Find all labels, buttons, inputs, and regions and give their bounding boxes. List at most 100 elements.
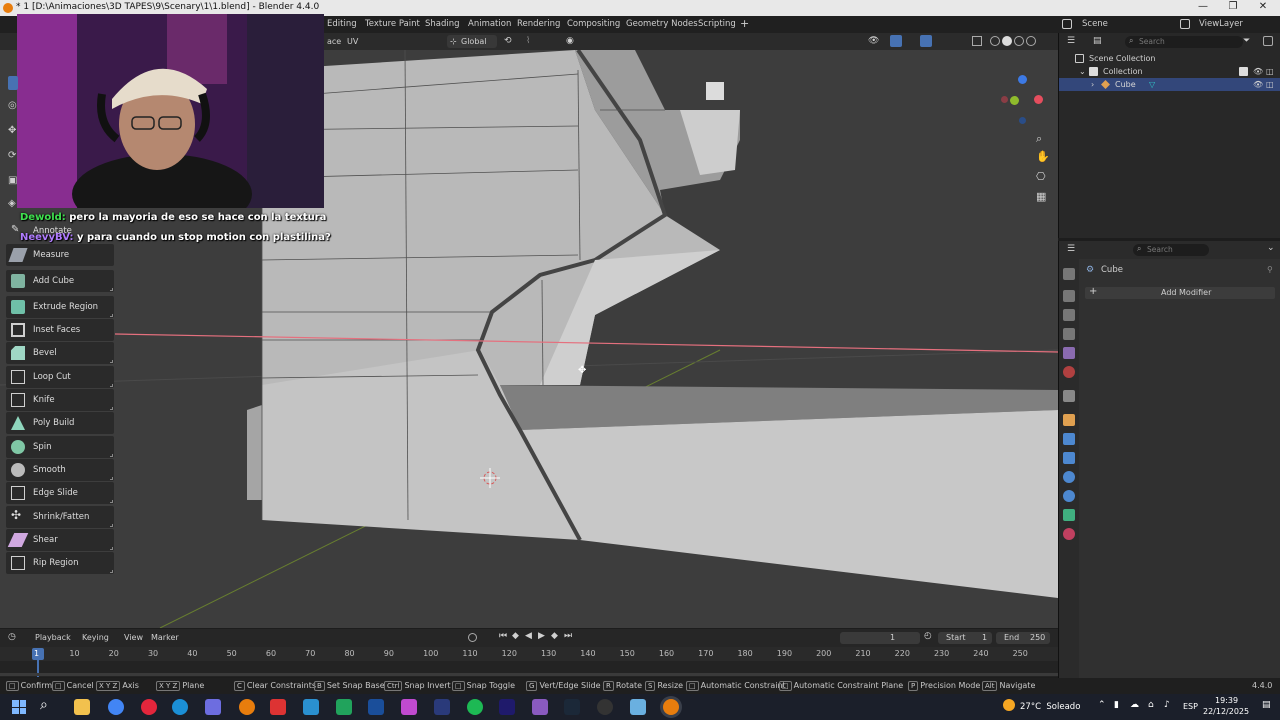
jump-start-icon[interactable]: ⏮ xyxy=(499,631,507,641)
current-frame-field[interactable]: 1 xyxy=(840,632,920,644)
tab-scripting[interactable]: Scripting xyxy=(698,19,736,29)
marker-menu[interactable]: Marker xyxy=(151,633,179,642)
tab-world[interactable] xyxy=(1063,366,1075,378)
timeline-ruler[interactable]: 1 10 20 30 40 50 60 70 80 90 100 110 120 130 140 150 160… xyxy=(0,647,1058,677)
proportional-edit-icon[interactable]: ◉ xyxy=(566,36,574,46)
add-modifier-button[interactable]: + Add Modifier xyxy=(1085,286,1275,299)
playback-menu[interactable]: Playback xyxy=(35,633,71,642)
overlay-toggle-icon[interactable] xyxy=(920,35,932,47)
tab-compositing[interactable]: Compositing xyxy=(567,19,620,29)
outliner-search-input[interactable]: Search xyxy=(1125,36,1243,48)
add-workspace-button[interactable]: + xyxy=(740,17,749,30)
tool-rotate-icon[interactable]: ⟳ xyxy=(8,150,16,161)
tool-select-icon[interactable] xyxy=(8,76,18,90)
tool-poly-build[interactable]: Poly Build xyxy=(6,412,114,434)
weather-label[interactable]: 27°C Soleado xyxy=(1020,702,1080,712)
perspective-grid-icon[interactable]: ▦ xyxy=(1036,190,1046,203)
shading-wireframe-icon[interactable] xyxy=(990,36,1000,46)
tab-material[interactable] xyxy=(1063,528,1075,540)
outliner-row-cube[interactable]: › Cube ▽ 👁 ◫ xyxy=(1059,78,1280,91)
tab-shading[interactable]: Shading xyxy=(425,19,460,29)
camera-icon[interactable]: ◫ xyxy=(1266,78,1274,91)
tool-smooth[interactable]: Smooth xyxy=(6,459,114,481)
viewlayer-selector[interactable]: ViewLayer xyxy=(1199,19,1243,29)
tool-extrude-region[interactable]: Extrude Region xyxy=(6,296,114,318)
close-button[interactable]: ✕ xyxy=(1248,1,1278,15)
notification-icon[interactable]: ▤ xyxy=(1262,700,1271,710)
network-icon[interactable]: ⌂ xyxy=(1148,700,1154,710)
checkbox-icon[interactable] xyxy=(1239,67,1248,76)
timeline-scrollbar[interactable] xyxy=(0,673,1058,676)
tab-output[interactable] xyxy=(1063,309,1075,321)
filter-icon[interactable]: ⏷ xyxy=(1243,36,1250,46)
start-frame-field[interactable]: Start 1 xyxy=(938,632,992,644)
tab-view-layer[interactable] xyxy=(1063,328,1075,340)
jump-end-icon[interactable]: ⏭ xyxy=(564,631,572,641)
pycharm-icon[interactable] xyxy=(336,699,352,715)
tab-object[interactable] xyxy=(1063,414,1075,426)
end-frame-field[interactable]: End 250 xyxy=(996,632,1050,644)
tool-transform-icon[interactable]: ◈ xyxy=(8,198,16,209)
jump-keyframe-forward-icon[interactable]: ◆ xyxy=(551,631,558,641)
properties-editor-type-icon[interactable]: ☰ xyxy=(1067,244,1075,254)
view-menu[interactable]: View xyxy=(124,633,143,642)
visual-studio-icon[interactable] xyxy=(368,699,384,715)
eye-icon[interactable]: 👁 xyxy=(1253,65,1263,78)
timeline-editor-type-icon[interactable]: ◷ xyxy=(8,632,16,642)
outliner-row-collection[interactable]: ⌄ Collection 👁 ◫ xyxy=(1059,65,1280,78)
tab-particles[interactable] xyxy=(1063,452,1075,464)
tab-rendering[interactable]: Rendering xyxy=(517,19,560,29)
tab-geometry-nodes[interactable]: Geometry Nodes xyxy=(626,19,698,29)
windows-start-icon[interactable] xyxy=(12,700,26,714)
play-icon[interactable]: ▶ xyxy=(538,631,545,641)
snap-icon[interactable]: ⌇ xyxy=(526,36,530,46)
tab-collection[interactable] xyxy=(1063,390,1075,402)
navigation-gizmo[interactable] xyxy=(998,75,1050,127)
tool-rip-region[interactable]: Rip Region xyxy=(6,552,114,574)
app-icon[interactable] xyxy=(401,699,417,715)
shading-material-icon[interactable] xyxy=(1014,36,1024,46)
face-menu[interactable]: ace xyxy=(327,37,341,46)
tool-cursor-icon[interactable]: ◎ xyxy=(8,100,17,111)
video-editor-icon[interactable] xyxy=(270,699,286,715)
steam-icon[interactable] xyxy=(564,699,580,715)
chrome-icon[interactable] xyxy=(108,699,124,715)
shading-solid-icon[interactable] xyxy=(1002,36,1012,46)
record-icon[interactable] xyxy=(468,633,477,642)
tab-render[interactable] xyxy=(1063,290,1075,302)
tool-add-cube[interactable]: Add Cube xyxy=(6,270,114,292)
outliner-editor-type-icon[interactable]: ☰ xyxy=(1067,36,1075,46)
tab-modifiers[interactable] xyxy=(1063,433,1075,445)
zoom-icon[interactable]: ⌕ xyxy=(1036,132,1042,146)
tab-data[interactable] xyxy=(1063,509,1075,521)
jump-keyframe-back-icon[interactable]: ◆ xyxy=(512,631,519,641)
tab-constraints[interactable] xyxy=(1063,490,1075,502)
tool-loop-cut[interactable]: Loop Cut xyxy=(6,366,114,388)
pin-icon[interactable]: ⚲ xyxy=(1267,265,1273,274)
tab-tool[interactable] xyxy=(1063,268,1075,280)
properties-search-input[interactable]: Search xyxy=(1133,244,1209,256)
gizmo-toggle-icon[interactable] xyxy=(890,35,902,47)
dropdown-chevron-icon[interactable]: ⌄ xyxy=(1267,243,1275,253)
app-icon[interactable] xyxy=(630,699,646,715)
play-reverse-icon[interactable]: ◀ xyxy=(525,631,532,641)
tray-chevron-icon[interactable]: ⌃ xyxy=(1098,700,1106,710)
clock-date[interactable]: 22/12/2025 xyxy=(1203,707,1249,716)
pan-hand-icon[interactable]: ✋ xyxy=(1036,150,1050,163)
app-icon[interactable] xyxy=(205,699,221,715)
tool-bevel[interactable]: Bevel xyxy=(6,342,114,364)
tool-scale-icon[interactable]: ▣ xyxy=(8,175,17,186)
tool-knife[interactable]: Knife xyxy=(6,389,114,411)
tool-measure[interactable]: Measure xyxy=(6,244,114,266)
tab-animation[interactable]: Animation xyxy=(468,19,511,29)
outliner-row-scene-collection[interactable]: Scene Collection xyxy=(1059,52,1280,65)
pivot-icon[interactable]: ⟲ xyxy=(504,36,512,46)
after-effects-icon[interactable] xyxy=(499,699,515,715)
language-indicator[interactable]: ESP xyxy=(1183,702,1198,711)
tool-annotate[interactable]: ✎ Annotate xyxy=(6,224,114,238)
tab-texture-paint[interactable]: Texture Paint xyxy=(365,19,420,29)
gizmo-neg-x-axis[interactable] xyxy=(1001,96,1008,103)
clock-icon[interactable]: ◴ xyxy=(924,631,932,641)
taskbar-search-icon[interactable]: ⌕ xyxy=(40,697,48,713)
maximize-button[interactable]: ❐ xyxy=(1218,1,1248,15)
